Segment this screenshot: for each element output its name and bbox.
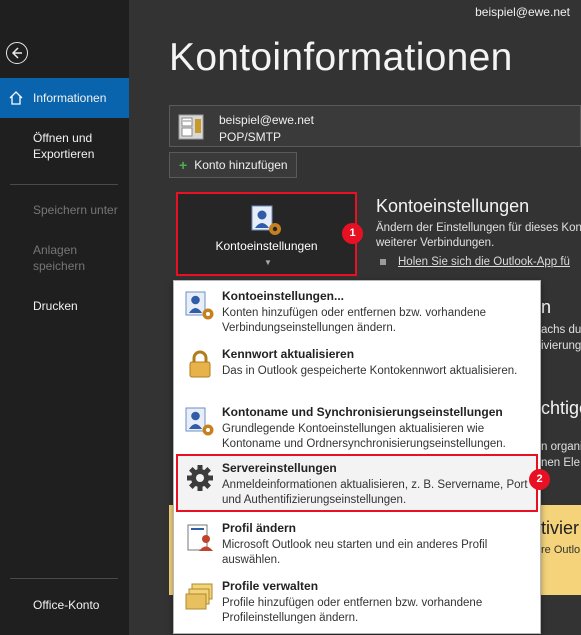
account-settings-menu: Kontoeinstellungen... Konten hinzufügen … [173, 280, 541, 634]
bg-text: ivierung [541, 340, 581, 352]
account-settings-icon [251, 205, 281, 235]
sidebar-item-label: Anlagen speichern [33, 243, 86, 273]
menu-item-description: Profile hinzufügen oder entfernen bzw. v… [222, 597, 483, 624]
sidebar-item-anlagen-speichern: Anlagen speichern [0, 242, 110, 274]
menu-item-description: Anmeldeinformationen aktualisieren, z. B… [222, 479, 528, 506]
menu-item-servereinstellungen[interactable]: Servereinstellungen Anmeldeinformationen… [176, 454, 538, 512]
profile-icon [187, 524, 213, 551]
bullet-icon [380, 259, 386, 265]
section-bullet: Holen Sie sich die Outlook-App fü [380, 256, 570, 268]
divider [10, 184, 118, 185]
menu-item-description: Konten hinzufügen oder entfernen bzw. vo… [222, 307, 487, 334]
menu-item-title: Kennwort aktualisieren [222, 347, 355, 361]
page-title: Kontoinformationen [169, 36, 513, 79]
activation-heading: tivier [541, 518, 580, 538]
account-selector[interactable]: beispiel@ewe.net POP/SMTP [169, 105, 581, 147]
menu-item-description: Das in Outlook gespeicherte Kontokennwor… [222, 365, 518, 377]
menu-item-kennwort[interactable]: Kennwort aktualisieren Das in Outlook ge… [178, 342, 536, 400]
chevron-down-icon: ▼ [264, 258, 272, 267]
account-sync-icon [185, 407, 214, 436]
account-type: POP/SMTP [219, 130, 282, 144]
bg-heading: n [541, 297, 552, 317]
bg-text: nen Ele [541, 457, 581, 469]
back-arrow-icon [11, 47, 22, 59]
account-settings-button[interactable]: Kontoeinstellungen ▼ [176, 192, 357, 276]
folders-icon [185, 583, 213, 610]
bg-text: n organi [541, 441, 581, 453]
menu-item-profile-verwalten[interactable]: Profile verwalten Profile hinzufügen ode… [178, 574, 536, 632]
sidebar-item-drucken[interactable]: Drucken [0, 298, 129, 314]
menu-item-title: Profile verwalten [222, 579, 319, 593]
section-desc-line: weiterer Verbindungen. [376, 237, 495, 249]
step-badge: 2 [529, 469, 550, 490]
divider [10, 578, 118, 579]
lock-icon [189, 350, 211, 378]
menu-item-kontoname-sync[interactable]: Kontoname und Synchronisierungseinstellu… [178, 400, 536, 458]
gear-icon [187, 465, 213, 491]
sidebar-item-label: Informationen [33, 91, 107, 105]
menu-item-kontoeinstellungen[interactable]: Kontoeinstellungen... Konten hinzufügen … [178, 284, 536, 342]
section-title: Kontoeinstellungen [376, 196, 530, 216]
sidebar-item-oeffnen-exportieren[interactable]: Öffnen und Exportieren [0, 130, 125, 162]
account-settings-icon [185, 291, 214, 320]
menu-item-description: Microsoft Outlook neu starten und ein an… [222, 539, 488, 566]
mail-account-icon [178, 114, 204, 140]
bg-heading: chtige [541, 398, 581, 418]
menu-item-title: Servereinstellungen [222, 461, 337, 475]
step-badge: 1 [342, 223, 363, 244]
sidebar-item-label: Speichern unter [33, 203, 118, 217]
sidebar-item-office-konto[interactable]: Office-Konto [33, 598, 99, 612]
sidebar: Informationen Öffnen und Exportieren Spe… [0, 0, 129, 635]
sidebar-item-informationen[interactable]: Informationen [0, 78, 129, 118]
menu-item-description: Grundlegende Kontoeinstellungen aktualis… [222, 423, 506, 450]
sidebar-item-speichern-unter: Speichern unter [0, 202, 129, 218]
sidebar-item-label: Drucken [33, 299, 78, 313]
back-button[interactable] [6, 42, 28, 64]
section-description: Ändern der Einstellungen für dieses Kon … [376, 221, 581, 251]
menu-item-title: Kontoname und Synchronisierungseinstellu… [222, 405, 503, 419]
home-icon [9, 91, 23, 105]
add-account-button[interactable]: + Konto hinzufügen [169, 152, 297, 178]
plus-icon: + [179, 157, 188, 173]
outlook-app-link[interactable]: Holen Sie sich die Outlook-App fü [398, 256, 570, 268]
account-settings-label: Kontoeinstellungen [215, 239, 318, 253]
signed-in-account[interactable]: beispiel@ewe.net [475, 5, 570, 19]
menu-item-title: Profil ändern [222, 521, 297, 535]
menu-item-profil-aendern[interactable]: Profil ändern Microsoft Outlook neu star… [178, 516, 536, 574]
menu-item-title: Kontoeinstellungen... [222, 289, 344, 303]
account-email: beispiel@ewe.net [219, 113, 314, 127]
sidebar-item-label: Öffnen und Exportieren [33, 131, 95, 161]
section-desc-line: Ändern der Einstellungen für dieses Kon [376, 222, 581, 234]
bg-text: achs du [541, 324, 581, 336]
add-account-label: Konto hinzufügen [194, 158, 288, 172]
activation-text: re Outlo [541, 544, 581, 556]
